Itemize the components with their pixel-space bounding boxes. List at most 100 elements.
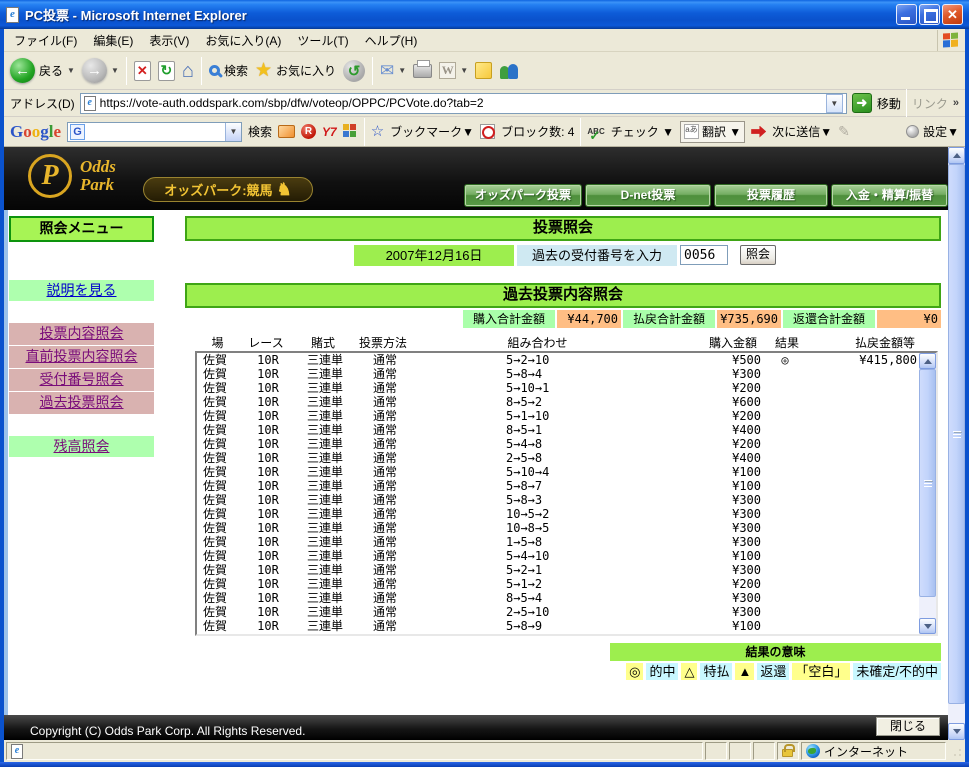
apps-grid-icon[interactable] (342, 124, 358, 139)
cell-venue: 佐賀 (203, 549, 228, 563)
sidebar-item-vote-content[interactable]: 投票内容照会 (9, 323, 154, 345)
resize-grip[interactable] (950, 744, 963, 758)
go-label[interactable]: 移動 (877, 95, 901, 112)
menu-edit[interactable]: 編集(E) (85, 30, 141, 51)
cell-combination: 10→8→5 (506, 521, 550, 535)
nav-deposit-button[interactable]: 入金・精算/振替 (831, 184, 948, 207)
note-button[interactable] (475, 62, 493, 79)
cell-race: 10R (257, 409, 279, 423)
nav-oddspark-vote-button[interactable]: オッズパーク投票 (464, 184, 582, 207)
mail-button[interactable]: ✉ ▼ (380, 62, 406, 79)
cell-race: 10R (257, 549, 279, 563)
cell-payout (809, 493, 919, 507)
word-dropdown-icon[interactable]: ▼ (460, 66, 468, 75)
pencil-icon[interactable]: ✎ (838, 123, 850, 140)
google-search-button[interactable]: 検索 (248, 123, 272, 140)
refresh-button[interactable]: ↻ (157, 60, 175, 81)
settings-button[interactable]: 設定▼ (923, 123, 959, 140)
r-badge-icon[interactable]: R (301, 124, 317, 139)
popup-blocker-icon[interactable] (480, 124, 496, 139)
address-dropdown-button[interactable]: ▼ (825, 93, 843, 113)
send-to-button[interactable]: 次に送信▼ (772, 123, 832, 140)
cell-method: 通常 (372, 577, 397, 591)
cell-combination: 5→1→10 (506, 409, 550, 423)
browser-scroll-down-button[interactable] (948, 723, 965, 740)
messenger-button[interactable] (499, 63, 519, 79)
help-link[interactable]: 説明を見る (47, 282, 117, 298)
links-chevron-icon[interactable]: » (953, 97, 959, 109)
lock-icon (782, 744, 795, 757)
menu-view[interactable]: 表示(V) (141, 30, 197, 51)
card-icon[interactable] (278, 125, 296, 138)
stop-button[interactable]: ✕ (133, 60, 151, 81)
cell-result (761, 479, 809, 493)
print-button[interactable] (413, 59, 433, 78)
menu-file[interactable]: ファイル(F) (6, 30, 85, 51)
close-page-button[interactable]: 閉じる (876, 717, 940, 736)
menu-favorites[interactable]: お気に入り(A) (197, 30, 289, 51)
back-dropdown-icon[interactable]: ▼ (67, 66, 75, 75)
nav-dnet-vote-button[interactable]: D-net投票 (585, 184, 711, 207)
forward-button[interactable]: → ▼ (81, 58, 119, 83)
browser-scrollbar-thumb[interactable] (948, 164, 965, 704)
maximize-button[interactable] (919, 4, 940, 25)
cell-race: 10R (257, 535, 279, 549)
bookmark-star-icon[interactable]: ☆ (371, 124, 384, 139)
check-button[interactable]: チェック ▼ (611, 123, 674, 140)
favorites-button[interactable]: ★ お気に入り (255, 61, 336, 80)
cell-amount: ¥200 (732, 577, 761, 591)
go-button[interactable]: ➜ (851, 93, 872, 113)
forward-dropdown-icon[interactable]: ▼ (111, 66, 119, 75)
sidebar-item-balance[interactable]: 残高照会 (9, 436, 154, 457)
cell-race: 10R (257, 507, 279, 521)
history-button[interactable]: ↺ (343, 59, 366, 82)
translate-button[interactable]: aあ 翻訳 ▼ (679, 120, 746, 143)
popup-blocker-count[interactable]: ブロック数: 4 (501, 123, 574, 140)
receipt-number-input[interactable] (680, 245, 728, 265)
menu-tools[interactable]: ツール(T) (289, 30, 356, 51)
sidebar-item-recent-vote[interactable]: 直前投票内容照会 (9, 346, 154, 368)
nav-vote-history-button[interactable]: 投票履歴 (714, 184, 828, 207)
cell-payout (809, 465, 919, 479)
cell-bet_type: 三連単 (306, 395, 343, 409)
settings-icon[interactable] (906, 125, 920, 138)
sidebar-item-past-votes[interactable]: 過去投票照会 (9, 392, 154, 414)
cell-method: 通常 (372, 493, 397, 507)
google-search-dropdown[interactable]: ▼ (225, 122, 242, 141)
menu-help[interactable]: ヘルプ(H) (357, 30, 426, 51)
table-scrollbar[interactable] (919, 353, 936, 634)
address-url[interactable]: https://vote-auth.oddspark.com/sbp/dfw/v… (100, 96, 822, 110)
sidebar-item-help[interactable]: 説明を見る (9, 280, 154, 301)
title-bar[interactable]: e PC投票 - Microsoft Internet Explorer (0, 0, 969, 29)
links-label[interactable]: リンク (912, 95, 948, 112)
send-to-icon[interactable] (751, 125, 767, 138)
cell-result (761, 591, 809, 605)
browser-scrollbar[interactable] (948, 147, 965, 740)
cell-method: 通常 (372, 619, 397, 633)
browser-scroll-up-button[interactable] (948, 147, 965, 164)
cell-venue: 佐賀 (203, 535, 228, 549)
edit-word-button[interactable]: W ▼ (439, 62, 468, 79)
header-result: 結果 (774, 336, 799, 350)
scroll-up-button[interactable] (919, 353, 936, 369)
close-window-button[interactable] (942, 4, 963, 25)
google-search-box[interactable]: G ▼ (67, 121, 243, 142)
mail-dropdown-icon[interactable]: ▼ (398, 66, 406, 75)
y-badge-icon[interactable]: Y7 (322, 125, 337, 139)
inquiry-button[interactable]: 照会 (740, 245, 776, 265)
minimize-button[interactable] (896, 4, 917, 25)
scroll-down-button[interactable] (919, 618, 936, 634)
bookmarks-button[interactable]: ブックマーク▼ (390, 123, 474, 140)
zone-label: インターネット (824, 744, 909, 759)
search-button[interactable]: 検索 (208, 62, 248, 79)
google-search-input[interactable] (87, 123, 226, 140)
scrollbar-thumb[interactable] (919, 369, 936, 597)
spellcheck-icon[interactable]: ABC (587, 127, 604, 144)
back-button[interactable]: ← 戻る ▼ (10, 58, 75, 83)
address-input[interactable]: e https://vote-auth.oddspark.com/sbp/dfw… (79, 92, 847, 114)
home-button[interactable]: ⌂ (182, 61, 194, 81)
legend-symbol-special: △ (681, 663, 698, 680)
cell-payout (809, 409, 919, 423)
cell-venue: 佐賀 (203, 605, 228, 619)
sidebar-item-receipt-number[interactable]: 受付番号照会 (9, 369, 154, 391)
